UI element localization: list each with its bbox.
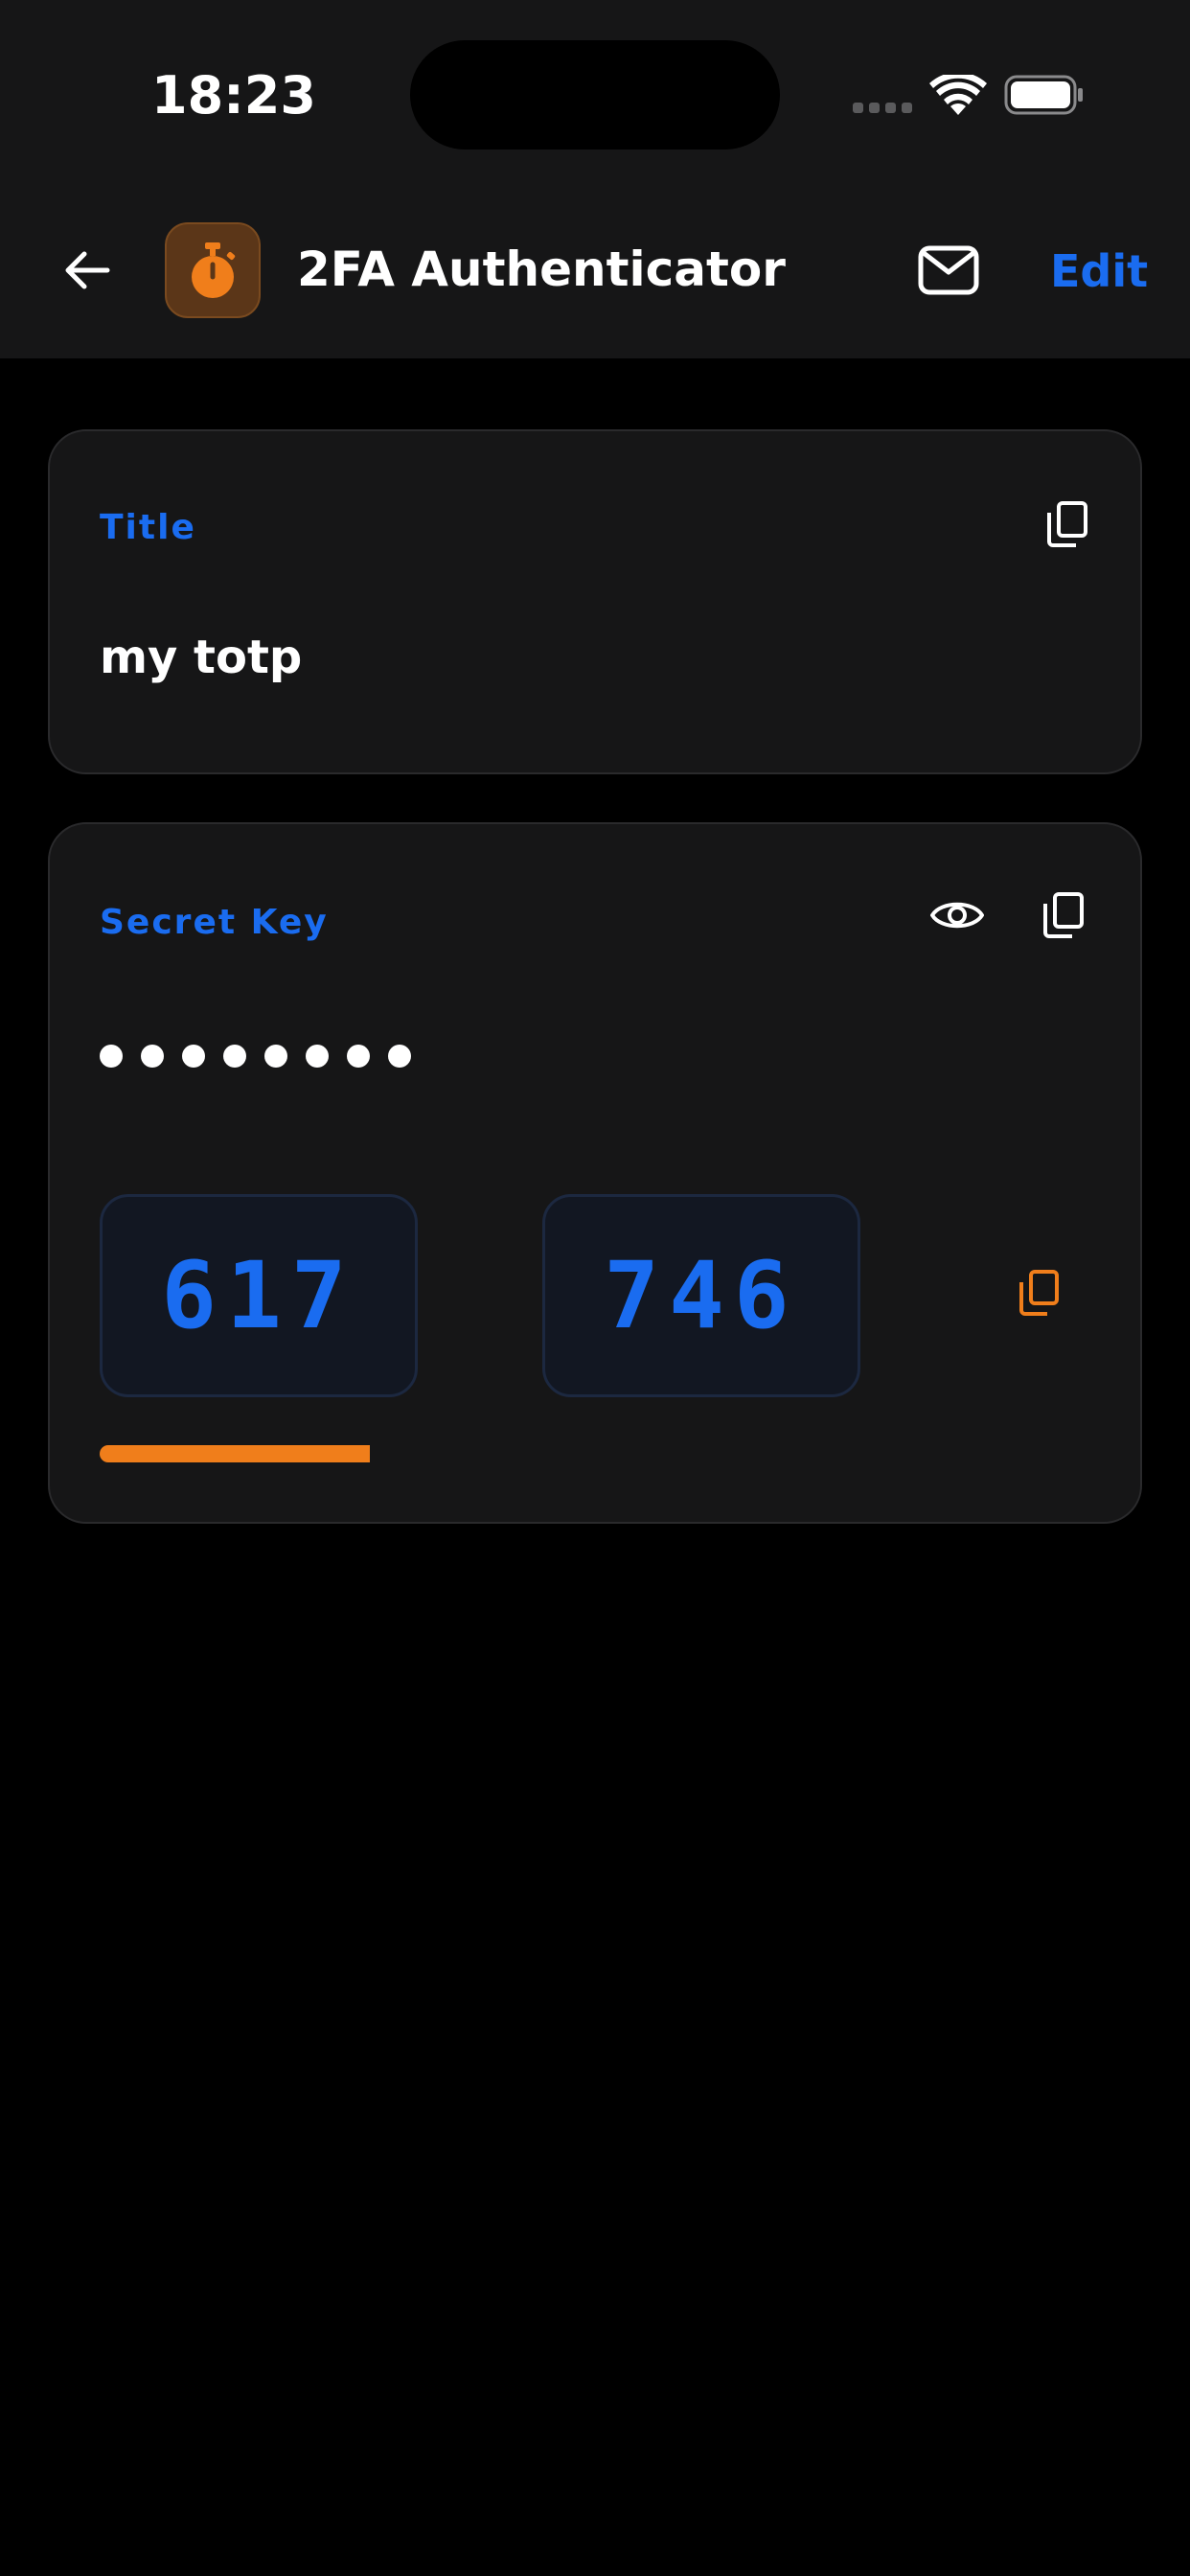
cellular-signal-icon [853, 103, 912, 113]
status-time: 18:23 [151, 65, 316, 126]
title-value: my totp [100, 631, 303, 684]
stopwatch-icon [192, 242, 236, 298]
totp-code-part-2: 746 [542, 1194, 860, 1397]
nav-title: 2FA Authenticator [297, 242, 786, 297]
wifi-icon [929, 75, 987, 115]
totp-code-part-1: 617 [100, 1194, 418, 1397]
secret-key-card: Secret Key 617 746 [48, 822, 1142, 1524]
copy-code-button[interactable] [1018, 1269, 1060, 1319]
copy-secret-button[interactable] [1042, 891, 1085, 939]
mail-icon[interactable] [918, 245, 979, 295]
totp-countdown-bar [100, 1445, 1094, 1462]
title-field-card: Title my totp [48, 429, 1142, 774]
edit-button[interactable]: Edit [1050, 245, 1148, 297]
title-label: Title [100, 508, 196, 547]
app-icon [165, 222, 261, 318]
masked-secret-value [100, 1045, 411, 1068]
copy-title-button[interactable] [1046, 500, 1088, 548]
secret-key-label: Secret Key [100, 903, 329, 942]
totp-countdown-fill [100, 1445, 371, 1462]
battery-icon [1004, 75, 1083, 115]
dynamic-island [410, 40, 780, 150]
eye-icon[interactable] [929, 895, 985, 935]
back-button[interactable] [59, 242, 117, 299]
